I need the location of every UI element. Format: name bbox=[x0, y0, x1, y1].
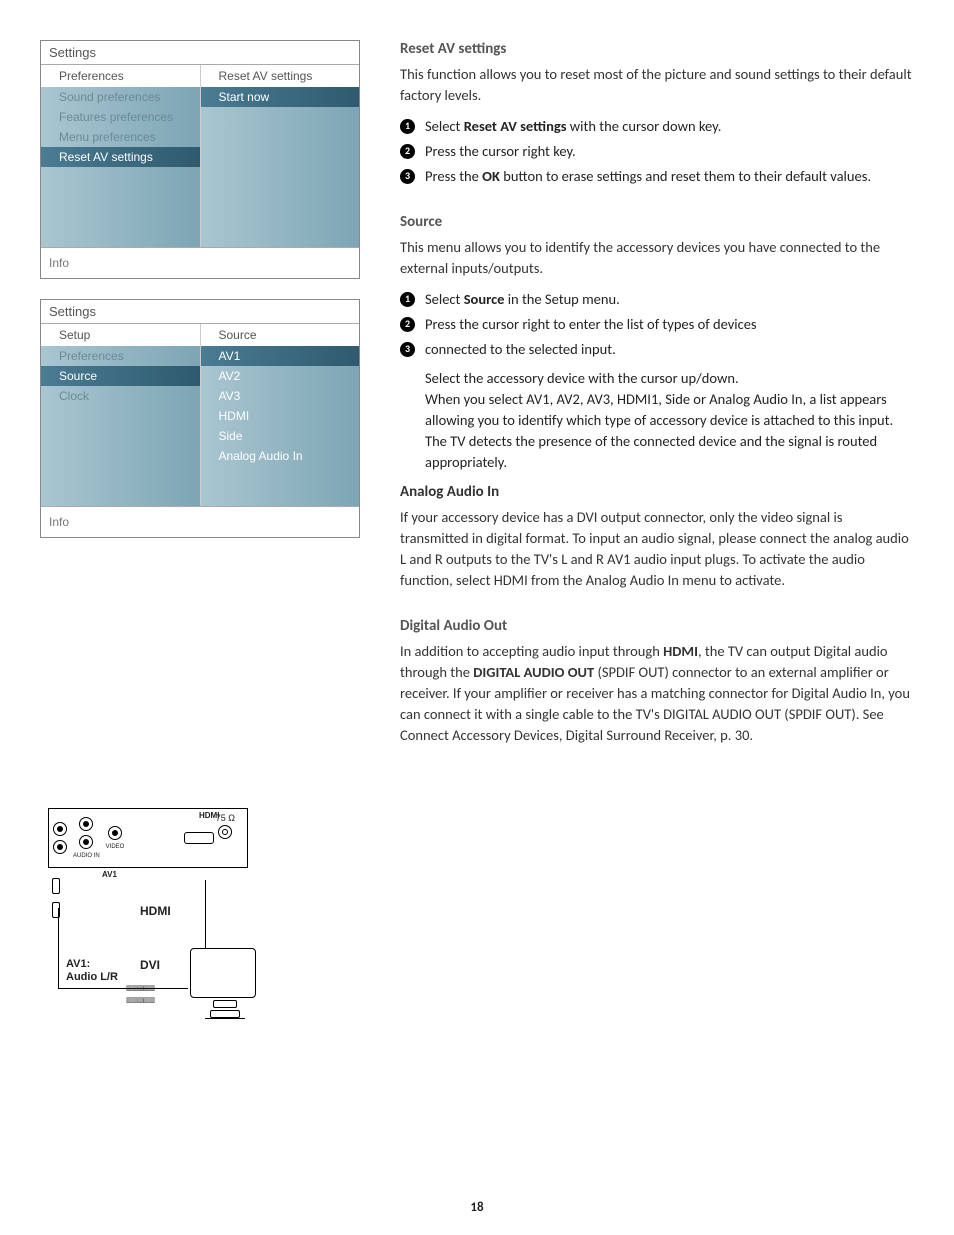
settings-panel-source: Settings Setup PreferencesSourceClock So… bbox=[40, 299, 360, 538]
menu-item[interactable] bbox=[201, 167, 360, 187]
step-item: 1 Select Reset AV settings with the curs… bbox=[400, 116, 914, 137]
menu-item[interactable]: Preferences bbox=[41, 346, 200, 366]
rca-jack-icon bbox=[53, 822, 67, 836]
monitor-icon bbox=[190, 948, 260, 1028]
av-audio-label: AV1: Audio L/R bbox=[66, 958, 118, 984]
section-reset-av: Reset AV settings This function allows y… bbox=[400, 40, 914, 187]
panel-right-head: Reset AV settings bbox=[201, 65, 360, 87]
menu-item[interactable]: AV2 bbox=[201, 366, 360, 386]
menu-item[interactable] bbox=[201, 466, 360, 486]
section-source: Source This menu allows you to identify … bbox=[400, 213, 914, 591]
step-item: 3 connected to the selected input. bbox=[400, 339, 914, 360]
menu-item[interactable]: Side bbox=[201, 426, 360, 446]
menu-item[interactable] bbox=[201, 107, 360, 127]
menu-item[interactable]: Reset AV settings bbox=[41, 147, 200, 167]
menu-item[interactable] bbox=[41, 227, 200, 247]
antenna-jack-icon bbox=[218, 825, 232, 839]
menu-item[interactable] bbox=[41, 466, 200, 486]
section-note: When you select AV1, AV2, AV3, HDMI1, Si… bbox=[425, 389, 914, 473]
menu-item[interactable] bbox=[201, 207, 360, 227]
menu-item[interactable] bbox=[201, 127, 360, 147]
menu-item[interactable]: AV1 bbox=[201, 346, 360, 366]
av1-label: AV1 bbox=[102, 870, 117, 879]
step-item: 1 Select Source in the Setup menu. bbox=[400, 289, 914, 310]
menu-item[interactable] bbox=[41, 207, 200, 227]
menu-item[interactable] bbox=[201, 187, 360, 207]
panel-footer: Info bbox=[41, 247, 359, 278]
menu-item[interactable] bbox=[41, 187, 200, 207]
menu-item[interactable] bbox=[41, 167, 200, 187]
dvi-label: DVI bbox=[140, 958, 160, 972]
menu-item[interactable]: HDMI bbox=[201, 406, 360, 426]
impedance-label: 75 Ω bbox=[216, 813, 235, 839]
menu-item[interactable] bbox=[201, 486, 360, 506]
section-body: If your accessory device has a DVI outpu… bbox=[400, 507, 914, 591]
step-item: 2 Press the cursor right key. bbox=[400, 141, 914, 162]
step-badge-1: 1 bbox=[400, 292, 415, 307]
settings-panel-reset: Settings Preferences Sound preferencesFe… bbox=[40, 40, 360, 279]
section-title: Reset AV settings bbox=[400, 40, 914, 58]
subsection-title: Analog Audio In bbox=[400, 483, 914, 501]
hdmi-port-icon bbox=[184, 832, 214, 844]
step-badge-1: 1 bbox=[400, 119, 415, 134]
menu-item[interactable] bbox=[41, 486, 200, 506]
menu-item[interactable]: Menu preferences bbox=[41, 127, 200, 147]
hdmi-label: HDMI bbox=[140, 904, 171, 918]
section-note: Select the accessory device with the cur… bbox=[425, 368, 914, 389]
section-intro: This function allows you to reset most o… bbox=[400, 64, 914, 106]
panel-footer: Info bbox=[41, 506, 359, 537]
menu-item[interactable]: Sound preferences bbox=[41, 87, 200, 107]
menu-item[interactable]: Start now bbox=[201, 87, 360, 107]
panel-title: Settings bbox=[41, 41, 359, 65]
section-title: Digital Audio Out bbox=[400, 617, 914, 635]
tv-back-panel: AUDIO IN VIDEO HDMI 75 Ω bbox=[48, 808, 248, 868]
step-badge-3: 3 bbox=[400, 342, 415, 357]
panel-right-head: Source bbox=[201, 324, 360, 346]
menu-item[interactable]: Clock bbox=[41, 386, 200, 406]
panel-left-head: Preferences bbox=[41, 65, 200, 87]
menu-item[interactable]: Analog Audio In bbox=[201, 446, 360, 466]
section-digital-audio: Digital Audio Out In addition to accepti… bbox=[400, 617, 914, 746]
rca-jack-icon bbox=[79, 817, 93, 831]
menu-item[interactable]: Features preferences bbox=[41, 107, 200, 127]
rca-jack-icon bbox=[53, 840, 67, 854]
menu-item[interactable] bbox=[201, 147, 360, 167]
menu-item[interactable]: AV3 bbox=[201, 386, 360, 406]
step-badge-2: 2 bbox=[400, 317, 415, 332]
step-badge-2: 2 bbox=[400, 144, 415, 159]
connection-diagram: AUDIO IN VIDEO HDMI 75 Ω AV1 bbox=[40, 808, 290, 1088]
step-badge-3: 3 bbox=[400, 169, 415, 184]
menu-item[interactable]: Source bbox=[41, 366, 200, 386]
section-title: Source bbox=[400, 213, 914, 231]
section-body: In addition to accepting audio input thr… bbox=[400, 641, 914, 746]
panel-title: Settings bbox=[41, 300, 359, 324]
menu-item[interactable] bbox=[41, 446, 200, 466]
menu-item[interactable] bbox=[41, 406, 200, 426]
panel-left-head: Setup bbox=[41, 324, 200, 346]
step-item: 2 Press the cursor right to enter the li… bbox=[400, 314, 914, 335]
rca-jack-icon bbox=[108, 826, 122, 840]
section-intro: This menu allows you to identify the acc… bbox=[400, 237, 914, 279]
step-item: 3 Press the OK button to erase settings … bbox=[400, 166, 914, 187]
menu-item[interactable] bbox=[41, 426, 200, 446]
rca-jack-icon bbox=[79, 835, 93, 849]
page-number: 18 bbox=[0, 1200, 954, 1215]
menu-item[interactable] bbox=[201, 227, 360, 247]
